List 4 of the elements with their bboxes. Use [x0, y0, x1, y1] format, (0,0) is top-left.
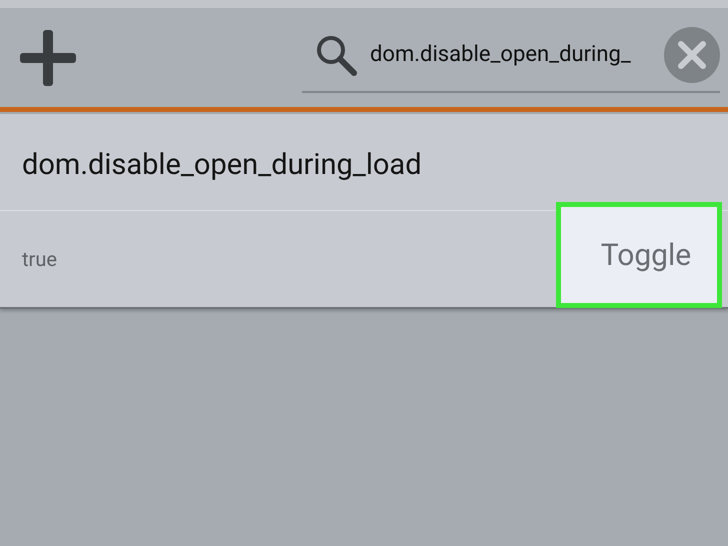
preference-value: true [21, 247, 57, 271]
search-field[interactable]: dom.disable_open_during_ [302, 22, 720, 92]
toggle-button[interactable]: Toggle [556, 202, 722, 308]
add-icon[interactable] [18, 28, 78, 88]
